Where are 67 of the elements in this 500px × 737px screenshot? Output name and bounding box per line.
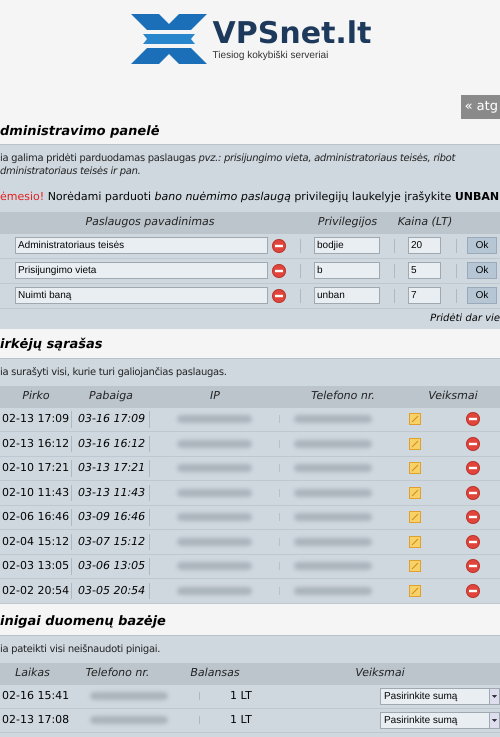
remove-icon[interactable] [466, 559, 480, 574]
price-field[interactable]: 7 [408, 287, 441, 304]
name-field[interactable]: Administratoriaus teisės [15, 237, 268, 254]
column-header: IP [209, 388, 221, 404]
intro-text: ia surašyti visi, kurie turi galiojančias paslaugas. [0, 366, 228, 380]
privileges-field[interactable]: unban [314, 287, 380, 304]
bought-date: 02-06 16:46 [0, 509, 72, 526]
end-date: 03-16 16:12 [72, 436, 150, 452]
logo-name: VPSnet.lt [212, 18, 372, 50]
intro-text: ia pateikti visi neišnaudoti pinigai. [0, 642, 162, 656]
end-date: 03-06 13:05 [72, 558, 150, 574]
bought-date: 02-02 20:54 [0, 582, 72, 599]
column-header: Telefono nr. [310, 388, 376, 404]
logo-tagline: Tiesiog kokybiški serveriai [212, 50, 330, 60]
remove-icon[interactable] [272, 238, 286, 252]
balance-cell-text: 1 LT [229, 712, 253, 728]
name-field[interactable]: Prisijungimo vieta [15, 262, 268, 279]
column-header: Kaina (LT) [396, 214, 454, 230]
intro-text: ia galima pridėti parduodamas paslaugas pvz.: prisijungimo vieta, administratoriaus teisės, ribot dministratoriaus teisės ir pan. [0, 152, 457, 179]
name-field[interactable]: Nuimti baną [15, 287, 268, 304]
privileges-field[interactable]: bodjie [314, 237, 380, 254]
time-cell-text: 02-16 15:41 [1, 688, 70, 704]
bought-date: 02-04 15:12 [0, 534, 72, 550]
column-header: Telefono nr. [84, 665, 150, 682]
column-header: Laikas [14, 665, 51, 682]
bought-date: 02-03 13:05 [0, 558, 72, 574]
remove-icon[interactable] [272, 264, 286, 278]
amount-select[interactable]: Pasirinkite sumą [380, 712, 500, 728]
warning-text: ėmesio! Norėdami parduoti bano nuėmimo paslaugą privilegijų laukelyje įrašykite UNBAN [0, 189, 500, 205]
bought-date: 02-13 17:09 [0, 411, 72, 428]
remove-icon[interactable] [466, 486, 480, 500]
remove-icon[interactable] [466, 436, 480, 451]
remove-icon[interactable] [466, 584, 480, 598]
column-header: Pabaiga [88, 388, 134, 404]
end-date: 03-13 17:21 [72, 460, 150, 476]
dropdown-icon[interactable] [489, 712, 499, 728]
end-date: 03-16 17:09 [72, 411, 150, 428]
price-field[interactable]: 5 [408, 262, 441, 279]
column-header: Veiksmai [427, 388, 479, 404]
dropdown-icon[interactable] [489, 688, 499, 704]
remove-icon[interactable] [466, 510, 480, 524]
column-header: Balansas [189, 665, 241, 682]
logo-icon [128, 12, 209, 66]
end-date: 03-05 20:54 [72, 582, 150, 599]
column-header: Veiksmai [354, 665, 406, 682]
add-link[interactable]: Pridėti dar vie [430, 311, 500, 326]
privileges-field[interactable]: b [314, 262, 380, 279]
end-date: 03-13 11:43 [72, 484, 150, 501]
price-field[interactable]: 20 [408, 237, 441, 254]
column-header: Pirko [21, 388, 51, 404]
bought-date: 02-13 16:12 [0, 436, 72, 452]
remove-icon[interactable] [466, 534, 480, 549]
ok-button[interactable]: Ok [467, 237, 497, 254]
ok-button[interactable]: Ok [467, 287, 497, 304]
column-header: Privilegijos [316, 214, 378, 230]
bought-date: 02-10 11:43 [0, 484, 72, 501]
end-date: 03-07 15:12 [72, 534, 150, 550]
time-cell-text: 02-13 17:08 [1, 712, 70, 728]
balance-cell-text: 1 LT [229, 688, 253, 704]
remove-icon[interactable] [272, 288, 286, 302]
end-date: 03-09 16:46 [72, 509, 150, 526]
bought-date: 02-10 17:21 [0, 460, 72, 476]
remove-icon[interactable] [466, 412, 480, 426]
remove-icon[interactable] [466, 461, 480, 476]
ok-button[interactable]: Ok [467, 262, 497, 279]
column-header: Paslaugos pavadinimas [84, 214, 216, 230]
amount-select[interactable]: Pasirinkite sumą [380, 688, 500, 704]
